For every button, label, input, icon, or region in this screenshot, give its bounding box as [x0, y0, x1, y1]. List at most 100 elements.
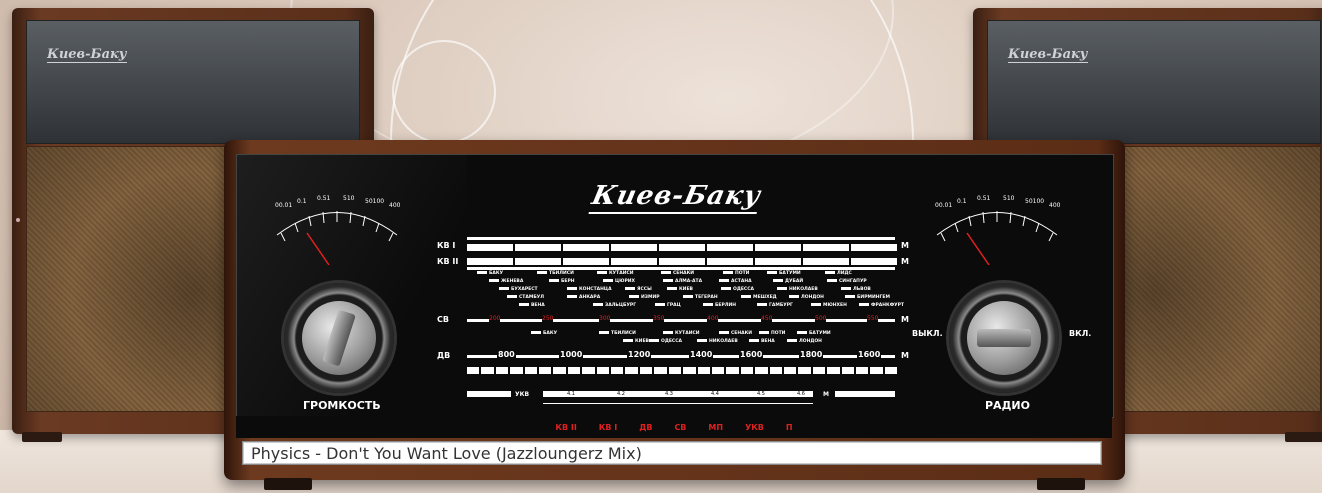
- meter-tick-label: 0.51: [317, 195, 331, 202]
- city-label: ЛОНДОН: [787, 339, 822, 344]
- band-label-dv: ДВ: [437, 351, 451, 360]
- speaker-top-panel: Киев-Баку: [26, 20, 360, 144]
- dv-number: 1600: [739, 350, 764, 359]
- city-label: АНКАРА: [567, 295, 600, 300]
- power-off-label: ВЫКЛ.: [912, 329, 943, 338]
- city-label: НИКОЛАЕВ: [777, 287, 818, 292]
- city-label: ИЗМИР: [629, 295, 660, 300]
- sv-number: 450: [761, 315, 773, 322]
- ukv-number: 4.5: [757, 391, 765, 397]
- band-button-dv[interactable]: ДВ: [639, 423, 652, 432]
- city-label: ЗАЛЬЦБУРГ: [593, 303, 636, 308]
- sv-number: 300: [599, 315, 611, 322]
- city-label: ЛОНДОН: [789, 295, 824, 300]
- dv-number: 1600: [857, 350, 882, 359]
- radio-foot: [1037, 478, 1085, 490]
- ukv-scale-left: [467, 391, 511, 397]
- city-label: СИНГАПУР: [827, 279, 867, 284]
- meter-tick-label: 400: [389, 202, 401, 209]
- city-label: БАКУ: [531, 331, 557, 336]
- city-label: ВЕНА: [519, 303, 545, 308]
- city-label: ОДЕССА: [649, 339, 682, 344]
- band-label-sv: СВ: [437, 315, 449, 324]
- kv2-scale: [467, 258, 897, 265]
- sv-number: 400: [707, 315, 719, 322]
- city-label: ГАМБУРГ: [757, 303, 793, 308]
- meter-tick-label: 510: [343, 195, 355, 202]
- band-button-kv2[interactable]: КВ II: [555, 423, 576, 432]
- sv-number: 550: [867, 315, 879, 322]
- band-suffix: М: [901, 315, 909, 324]
- speaker-foot: [1285, 432, 1322, 442]
- city-label: НИКОЛАЕВ: [697, 339, 738, 344]
- band-button-p[interactable]: П: [786, 423, 793, 432]
- city-label: ЛЬВОВ: [841, 287, 871, 292]
- meter-tick-label: 0.51: [977, 195, 991, 202]
- city-label: ТБИЛИСИ: [599, 331, 636, 336]
- volume-knob[interactable]: [284, 283, 394, 393]
- city-label: ПОТИ: [759, 331, 785, 336]
- ukv-number: 4.3: [665, 391, 673, 397]
- city-label: МЕШХЕД: [741, 295, 777, 300]
- dv-number: 1000: [559, 350, 584, 359]
- band-suffix: М: [901, 257, 909, 266]
- band-suffix: М: [901, 351, 909, 360]
- ukv-number: 4.1: [567, 391, 575, 397]
- city-label: ЯССЫ: [625, 287, 652, 292]
- band-button-sv[interactable]: СВ: [674, 423, 686, 432]
- city-label: ВЕНА: [749, 339, 775, 344]
- city-label: КОНСТАНЦА: [567, 287, 612, 292]
- city-label: ДУБАЙ: [773, 279, 803, 284]
- sv-number: 350: [653, 315, 665, 322]
- band-suffix: М: [901, 241, 909, 250]
- segment-scale: [467, 367, 898, 374]
- screw: [16, 218, 20, 222]
- city-label: БАКУ: [477, 271, 503, 276]
- sv-number: 200: [489, 315, 501, 322]
- kv1-scale: [467, 244, 897, 251]
- ukv-underline: [543, 403, 813, 404]
- dv-number: 1200: [627, 350, 652, 359]
- city-label: ПОТИ: [723, 271, 749, 276]
- knob-face: [302, 301, 376, 375]
- speaker-logo: Киев-Баку: [47, 47, 127, 63]
- meter-tick-label: 0.1: [957, 198, 967, 205]
- city-label: ЦЮРИХ: [603, 279, 635, 284]
- meter-tick-label: 0.1: [297, 198, 307, 205]
- meter-tick-label: 00.01: [275, 202, 292, 209]
- sv-number: 250: [542, 315, 554, 322]
- band-button-ukv[interactable]: УКВ: [745, 423, 764, 432]
- dv-scale: [467, 355, 895, 358]
- meter-tick-label: 510: [1003, 195, 1015, 202]
- city-label: ОДЕССА: [721, 287, 754, 292]
- city-label: СТАМБУЛ: [507, 295, 544, 300]
- meter-tick-label: 00.01: [935, 202, 952, 209]
- city-label: КУТАИСИ: [663, 331, 700, 336]
- city-label: ТЕГЕРАН: [683, 295, 718, 300]
- city-label: АЛМА-АТА: [663, 279, 702, 284]
- ukv-number: 4.4: [711, 391, 719, 397]
- meter-tick-label: 400: [1049, 202, 1061, 209]
- knob-grip: [977, 329, 1031, 347]
- sv-scale: [467, 319, 895, 322]
- knob-grip: [322, 309, 356, 367]
- dv-number: 1800: [799, 350, 824, 359]
- power-knob[interactable]: [949, 283, 1059, 393]
- speaker-foot: [22, 432, 62, 442]
- speaker-top-panel: Киев-Баку: [987, 20, 1321, 144]
- ukv-scale: [543, 391, 813, 397]
- dv-number: 1400: [689, 350, 714, 359]
- city-label: КИЕВ: [623, 339, 649, 344]
- city-label: СЕНАКИ: [719, 331, 752, 336]
- city-label: БЕРЛИН: [703, 303, 736, 308]
- ukv-number: 4.6: [797, 391, 805, 397]
- band-button-kv1[interactable]: КВ I: [599, 423, 617, 432]
- meter-tick-label: 50100: [365, 198, 384, 205]
- radio-logo: Киев-Баку: [588, 181, 764, 214]
- knob-face: [967, 301, 1041, 375]
- band-button-mp[interactable]: МП: [708, 423, 723, 432]
- ukv-suffix: М: [823, 391, 829, 398]
- city-label: БАТУМИ: [767, 271, 801, 276]
- ukv-scale-right: [835, 391, 895, 397]
- power-on-label: ВКЛ.: [1069, 329, 1092, 338]
